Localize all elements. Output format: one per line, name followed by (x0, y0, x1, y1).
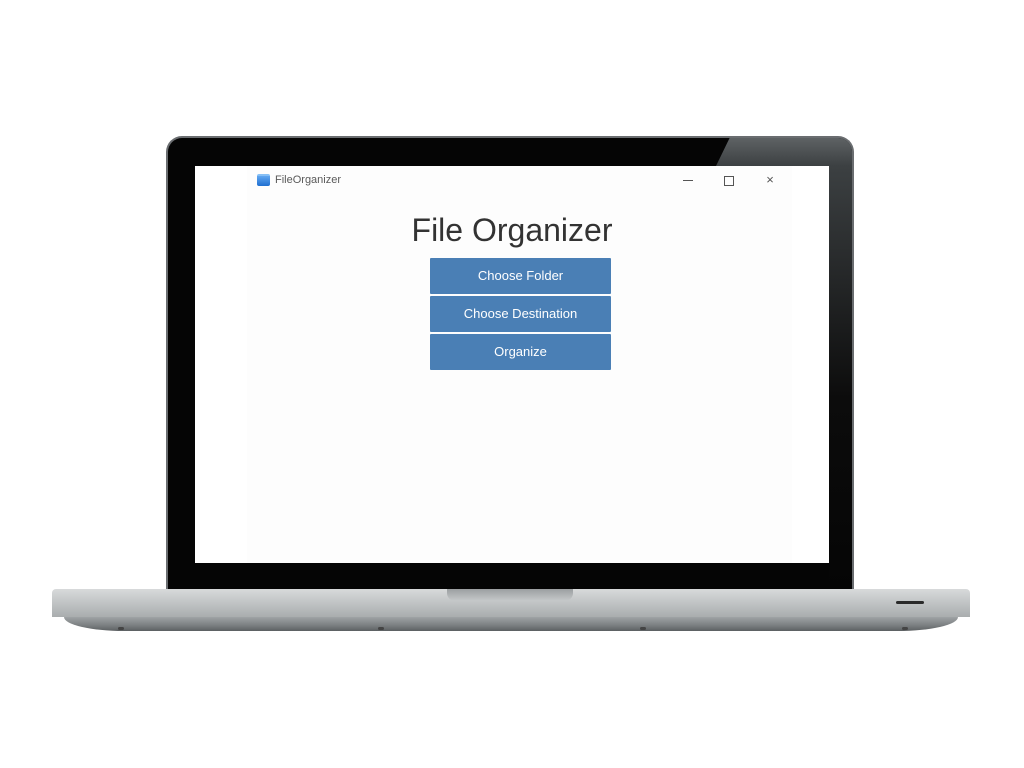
choose-destination-button[interactable]: Choose Destination (430, 296, 611, 332)
close-button[interactable]: × (757, 170, 783, 190)
laptop-base-bottom (64, 617, 958, 631)
close-icon: × (766, 172, 774, 187)
laptop-foot (902, 627, 908, 630)
laptop-foot (378, 627, 384, 630)
window-title: FileOrganizer (275, 174, 342, 186)
laptop-screen: FileOrganizer × File Organizer Choose Fo… (195, 166, 829, 563)
organize-button[interactable]: Organize (430, 334, 611, 370)
lid-glare (716, 138, 852, 166)
maximize-button[interactable] (716, 170, 742, 190)
desktop-stage: FileOrganizer × File Organizer Choose Fo… (0, 0, 1024, 768)
page-title: File Organizer (411, 212, 613, 248)
minimize-button[interactable] (675, 170, 701, 190)
laptop-foot (118, 627, 124, 630)
choose-folder-button[interactable]: Choose Folder (430, 258, 611, 294)
status-led (896, 601, 924, 604)
window-titlebar[interactable]: FileOrganizer × (195, 166, 829, 194)
maximize-icon (724, 175, 734, 186)
minimize-icon (683, 180, 693, 182)
lid-glare-side (829, 166, 852, 588)
laptop-opening-notch (447, 589, 573, 601)
laptop-foot (640, 627, 646, 630)
folder-icon (257, 174, 270, 186)
